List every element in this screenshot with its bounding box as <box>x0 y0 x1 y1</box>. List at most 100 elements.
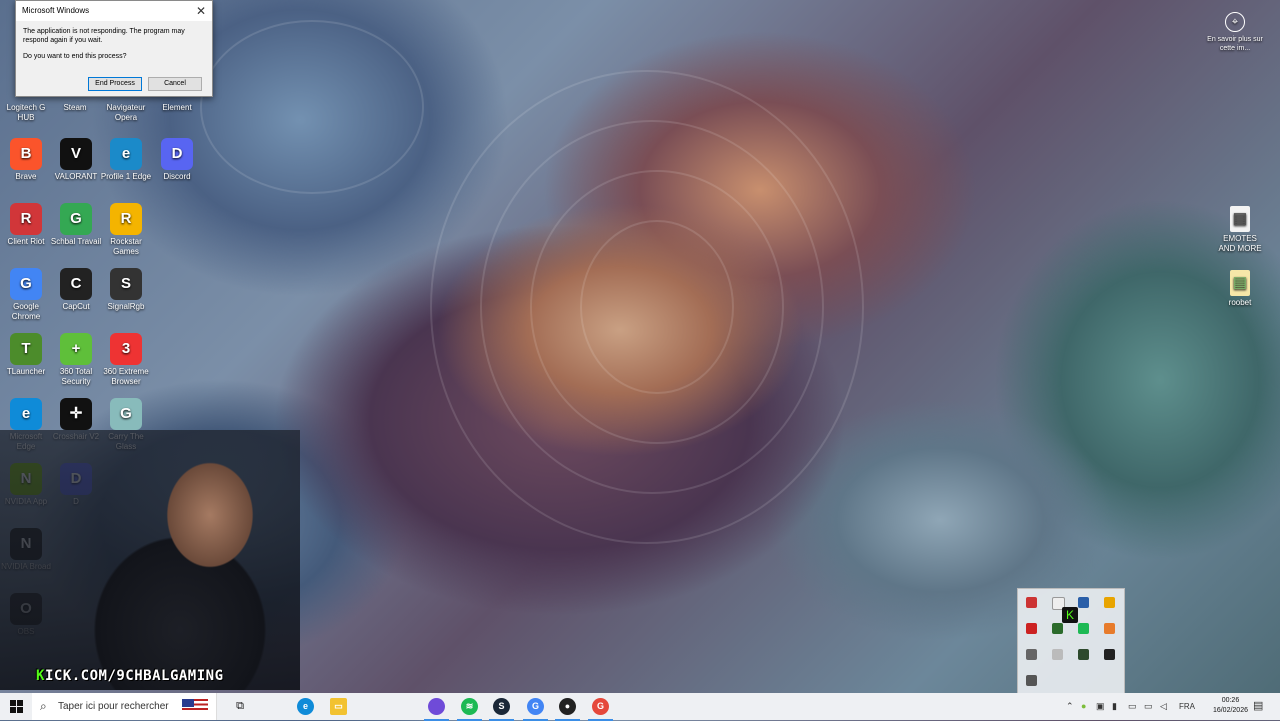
desktop-icon-label: CapCut <box>62 302 90 311</box>
notifications-icon[interactable]: ▤ <box>1253 699 1263 712</box>
desktop-icon-element[interactable]: Element <box>151 103 203 113</box>
app-icon: B <box>10 138 42 170</box>
desktop-icon[interactable]: G Google Chrome <box>0 268 52 322</box>
desktop-icon-label: roobet <box>1228 298 1252 307</box>
app-icon: R <box>10 203 42 235</box>
kick-watermark: KICK.COM/9CHBALGAMING <box>36 668 224 684</box>
end-process-button[interactable]: End Process <box>88 77 142 91</box>
camera-icon: ⌖ <box>1225 12 1245 32</box>
file-icon: ▤ <box>1230 270 1250 296</box>
tray-app-icon[interactable]: ▣ <box>1096 701 1105 712</box>
app-icon: e <box>10 398 42 430</box>
desktop-icon-label: 360 Total Security <box>59 367 93 386</box>
desktop-icon-steam[interactable]: Steam <box>49 103 101 113</box>
taskbar-search[interactable]: ⌕ Taper ici pour rechercher <box>32 693 217 720</box>
desktop-icon-label: EMOTES AND MORE <box>1218 234 1262 253</box>
desktop-icon-label: Profile 1 Edge <box>100 172 152 181</box>
microphone-icon[interactable]: ▮ <box>1112 701 1117 712</box>
desktop-icon-label: Brave <box>15 172 37 181</box>
dialog-message: The application is not responding. The p… <box>23 28 185 44</box>
tray-app-icon[interactable]: ● <box>1081 701 1086 711</box>
spotify-icon[interactable] <box>1078 623 1089 634</box>
app-icon: V <box>60 138 92 170</box>
obs-taskbar-icon[interactable]: ● <box>555 698 580 721</box>
wallpaper-texture <box>200 20 424 194</box>
app-icon: + <box>60 333 92 365</box>
tray-app-icon[interactable] <box>1026 675 1037 686</box>
file-explorer-icon[interactable]: ▭ <box>330 698 347 715</box>
desktop-icon[interactable]: B Brave <box>0 138 52 182</box>
chrome-profile-taskbar-icon[interactable]: G <box>588 698 613 721</box>
wallpaper-texture <box>580 220 734 394</box>
desktop-icon-label: Discord <box>163 172 191 181</box>
desktop-icon[interactable]: e Profile 1 Edge <box>100 138 152 182</box>
chrome-taskbar-icon[interactable]: G <box>523 698 548 721</box>
tray-app-icon[interactable] <box>1078 649 1089 660</box>
desktop-icon-label: VALORANT <box>54 172 98 181</box>
search-icon: ⌕ <box>40 699 47 713</box>
desktop-icon-label: Client Riot <box>7 237 45 246</box>
windows-icon <box>9 700 23 713</box>
learn-more-spotlight[interactable]: ⌖ En savoir plus sur cette im... <box>1200 12 1270 53</box>
kick-icon[interactable]: K <box>1062 607 1078 623</box>
tray-app-icon[interactable]: ▭ <box>1128 701 1137 712</box>
start-button[interactable] <box>0 693 32 720</box>
desktop-icon-label: 360 Extreme Browser <box>103 367 149 386</box>
desktop-icon[interactable]: D Discord <box>151 138 203 182</box>
kick-watermark-text: ICK.COM/9CHBALGAMING <box>44 668 224 684</box>
desktop-icon-label: Logitech G HUB <box>6 103 46 122</box>
tray-app-icon[interactable] <box>1026 649 1037 660</box>
desktop-icon-logitech[interactable]: Logitech G HUB <box>0 103 52 123</box>
desktop-icon[interactable]: R Client Riot <box>0 203 52 247</box>
tray-app-icon[interactable] <box>1026 623 1037 634</box>
app-icon: G <box>60 203 92 235</box>
desktop-icon[interactable]: +360 Total Security <box>50 333 102 387</box>
app-taskbar-icon[interactable] <box>424 698 449 721</box>
tray-app-icon[interactable] <box>1052 623 1063 634</box>
wallpaper-texture <box>430 70 864 544</box>
app-icon: ✛ <box>60 398 92 430</box>
dialog-title: Microsoft Windows <box>22 6 90 15</box>
flag-icon <box>182 699 208 714</box>
volume-icon[interactable]: ◁ <box>1160 701 1167 712</box>
dialog-titlebar: Microsoft Windows ✕ <box>16 1 212 21</box>
desktop-icon[interactable]: T TLauncher <box>0 333 52 377</box>
app-icon: S <box>110 268 142 300</box>
tray-app-icon[interactable] <box>1104 597 1115 608</box>
tray-app-icon[interactable] <box>1026 597 1037 608</box>
desktop-icon-emotes[interactable]: ▤ EMOTES AND MORE <box>1214 206 1266 254</box>
tray-app-icon[interactable] <box>1104 623 1115 634</box>
desktop-icon-opera[interactable]: Navigateur Opera <box>100 103 152 123</box>
desktop-icon[interactable]: V VALORANT <box>50 138 102 182</box>
desktop-icon-label: TLauncher <box>6 367 46 376</box>
desktop-icon-label: Navigateur Opera <box>106 103 146 122</box>
cancel-button[interactable]: Cancel <box>148 77 202 91</box>
task-view-icon[interactable]: ⧉ <box>230 693 250 720</box>
tray-app-icon[interactable] <box>1052 649 1063 660</box>
network-icon[interactable]: ▭ <box>1144 701 1153 712</box>
file-icon: ▤ <box>1230 206 1250 232</box>
spotify-taskbar-icon[interactable]: ≋ <box>457 698 482 721</box>
language-indicator[interactable]: FRA <box>1179 702 1195 711</box>
desktop-icon[interactable]: C CapCut <box>50 268 102 312</box>
steam-taskbar-icon[interactable]: S <box>489 698 514 721</box>
clock[interactable]: 00:26 16/02/2026 <box>1213 696 1248 716</box>
desktop-icon-roobet[interactable]: ▤ roobet <box>1214 270 1266 308</box>
edge-taskbar-icon[interactable]: e <box>297 698 314 715</box>
desktop-icon[interactable]: S SignalRgb <box>100 268 152 312</box>
tray-app-icon[interactable] <box>1078 597 1089 608</box>
chevron-up-icon[interactable]: ⌃ <box>1066 701 1074 712</box>
taskbar: ⌕ Taper ici pour rechercher ⧉ e ▭ ≋ S G … <box>0 693 1280 721</box>
clock-date: 16/02/2026 <box>1212 707 1248 714</box>
desktop-icon[interactable]: G Schbal Travail <box>50 203 102 247</box>
desktop-icon[interactable]: 3 360 Extreme Browser <box>100 333 152 387</box>
app-icon: G <box>110 398 142 430</box>
desktop-icon[interactable]: R Rockstar Games <box>100 203 152 257</box>
wallpaper-texture <box>480 120 824 494</box>
app-icon: G <box>10 268 42 300</box>
learn-more-label: En savoir plus sur cette im... <box>1207 36 1263 52</box>
close-icon[interactable]: ✕ <box>196 1 206 21</box>
desktop-icon-label: Steam <box>63 103 87 112</box>
tray-app-icon[interactable] <box>1104 649 1115 660</box>
not-responding-dialog: Microsoft Windows ✕ The application is n… <box>15 0 213 97</box>
